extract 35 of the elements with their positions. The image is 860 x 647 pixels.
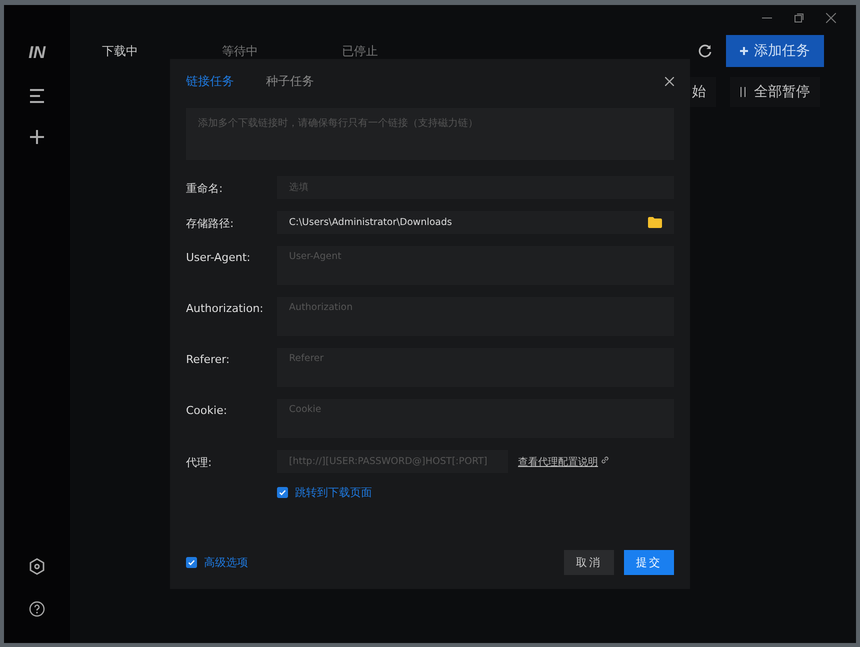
folder-icon[interactable] <box>648 217 662 228</box>
plus-icon[interactable] <box>29 129 45 145</box>
dialog-tab[interactable]: 种子任务 <box>266 73 314 90</box>
pause-icon <box>740 87 746 97</box>
menu-icon[interactable] <box>29 89 45 103</box>
field-label: User-Agent: <box>186 250 252 264</box>
help-icon[interactable] <box>29 601 45 617</box>
field-label: 重命名: <box>186 181 224 196</box>
status-tab[interactable]: 已停止 <box>342 42 462 60</box>
refresh-icon[interactable] <box>698 44 712 58</box>
field-label: 代理: <box>186 455 213 470</box>
submit-button[interactable]: 提交 <box>624 550 674 575</box>
dialog-tab[interactable]: 链接任务 <box>186 73 234 90</box>
link-icon <box>601 456 609 464</box>
close-icon[interactable] <box>665 77 674 86</box>
proxy-help-link[interactable]: 查看代理配置说明 <box>518 455 598 469</box>
app-logo: IN <box>28 43 46 63</box>
status-tab[interactable]: 下载中 <box>102 42 222 60</box>
plus-icon <box>740 47 748 55</box>
field-label: Cookie: <box>186 403 228 417</box>
advanced-option-label[interactable]: 高级选项 <box>204 555 248 570</box>
restore-icon[interactable] <box>794 13 804 23</box>
add-task-button[interactable]: 添加任务 <box>726 35 824 67</box>
pause-all-button[interactable]: 全部暂停 <box>730 77 820 107</box>
close-icon[interactable] <box>826 13 836 23</box>
status-tab[interactable]: 等待中 <box>222 42 342 60</box>
field-label: Authorization: <box>186 301 264 315</box>
field-label: Referer: <box>186 352 231 366</box>
cancel-button[interactable]: 取消 <box>564 550 614 575</box>
jump-option-label[interactable]: 跳转到下载页面 <box>295 485 372 500</box>
settings-icon[interactable] <box>29 558 45 575</box>
jump-checkbox[interactable] <box>277 487 288 498</box>
path-field[interactable]: C:\Users\Administrator\Downloads <box>277 211 674 234</box>
advanced-checkbox[interactable] <box>186 557 197 568</box>
field-label: 存储路径: <box>186 216 235 231</box>
